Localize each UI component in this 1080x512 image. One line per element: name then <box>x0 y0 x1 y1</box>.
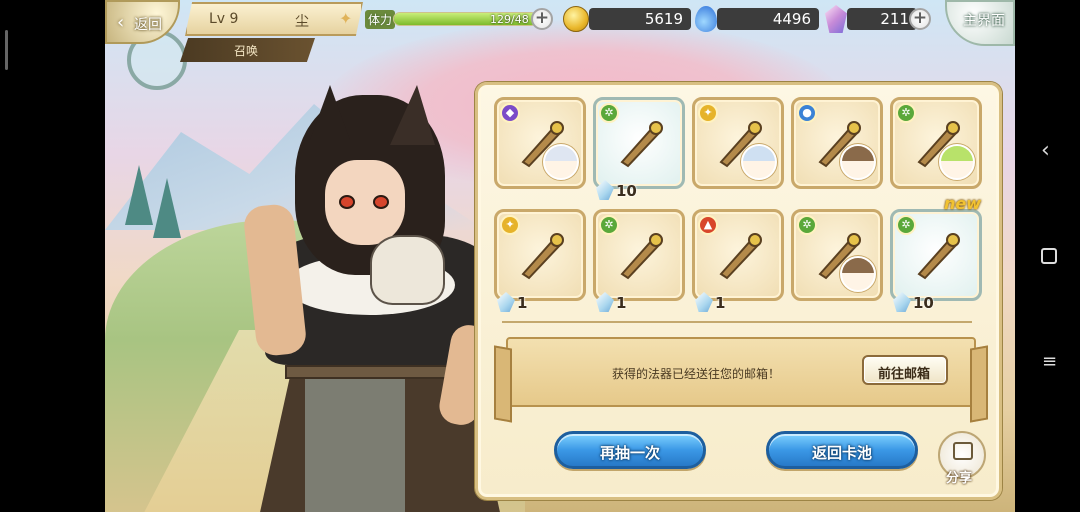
nav-menu-icon[interactable]: ≡ <box>1042 353 1057 371</box>
crystal-shard-icon <box>596 292 614 312</box>
gold-coin-icon <box>563 6 589 32</box>
share-label: 分享 <box>946 471 973 486</box>
home-button-label: 主界面 <box>963 13 1005 29</box>
stamina-value: 129/48 <box>490 13 529 26</box>
stamina-label: 体力 <box>365 10 396 29</box>
crystal-shard-icon <box>497 292 515 312</box>
character-face <box>325 160 405 245</box>
android-nav-bar: ‹ ≡ <box>1015 0 1080 512</box>
crystal-gem-icon <box>825 5 847 33</box>
add-stamina-button[interactable]: + <box>531 8 553 30</box>
go-to-mailbox-button[interactable]: 前往邮箱 <box>862 355 948 385</box>
home-button[interactable]: 主界面 <box>945 0 1015 46</box>
item-quantity: 10 <box>913 294 934 312</box>
sparkle-icon: ✦ <box>339 9 353 28</box>
mail-notice-text: 获得的法器已经送往您的邮箱！ <box>612 367 781 381</box>
item-quantity: 1 <box>517 294 528 312</box>
wooden-sword-icon <box>713 228 767 282</box>
character-eye-left <box>339 195 355 209</box>
window-edge-handle <box>5 30 8 70</box>
crossbow-icon <box>614 228 668 282</box>
game-view: ‹ 返回 Lv 9 尘 ✦ 召唤 体力 129/48 + 5619 4496 2… <box>105 0 1015 512</box>
screen: ‹ 返回 Lv 9 尘 ✦ 召唤 体力 129/48 + 5619 4496 2… <box>0 0 1080 512</box>
result-card[interactable]: ▲ 1 <box>692 209 784 312</box>
back-button-label: 返回 <box>134 17 162 33</box>
item-quantity: 1 <box>616 294 627 312</box>
chevron-left-icon: ‹ <box>117 12 125 33</box>
pine-tree <box>125 165 153 225</box>
item-quantity: 10 <box>616 182 637 200</box>
gem-counter: 211 <box>847 8 917 30</box>
result-card[interactable]: ◆ <box>494 97 586 189</box>
summon-tab-label: 召唤 <box>180 38 315 62</box>
result-card[interactable]: ✦ <box>692 97 784 189</box>
character-skull-ornament <box>370 235 445 305</box>
mail-notice-scroll: 获得的法器已经送往您的邮箱！ 前往邮箱 <box>506 337 976 407</box>
new-badge: new <box>943 194 981 213</box>
nav-back-icon[interactable]: ‹ <box>1041 138 1050 163</box>
character-portrait-icon <box>741 144 777 180</box>
crystal-shard-icon <box>596 180 614 200</box>
gold-value: 5619 <box>644 10 683 28</box>
share-button[interactable]: 分享 <box>938 431 986 486</box>
leaf-bracelet-icon <box>911 228 965 282</box>
gold-counter: 5619 <box>589 8 691 30</box>
item-quantity: 1 <box>715 294 726 312</box>
back-to-pool-button[interactable]: 返回卡池 <box>766 431 918 469</box>
character-portrait-icon <box>939 144 975 180</box>
summoned-character <box>175 85 505 512</box>
draw-again-button[interactable]: 再抽一次 <box>554 431 706 469</box>
player-level-plate: Lv 9 尘 ✦ <box>185 2 363 36</box>
player-level: Lv 9 <box>209 11 239 27</box>
result-card[interactable]: ✦ 1 <box>494 209 586 312</box>
result-card[interactable]: ✲ <box>890 97 982 189</box>
crystal-shard-icon <box>695 292 713 312</box>
result-card[interactable]: ✲ 10 new <box>890 194 982 312</box>
panel-divider <box>502 321 972 323</box>
water-drop-icon <box>695 6 717 32</box>
summon-tab-text: 召唤 <box>234 44 259 58</box>
character-portrait-icon <box>543 144 579 180</box>
character-apron <box>305 375 405 512</box>
summon-results-panel: ◆ ✲ 10 ✦ ● ✲ ✦ 1 ✲ 1 ▲ 1 ✲ ✲ 10 new 获得的法器已经送往您的邮箱！ 前往邮箱… <box>475 82 1002 500</box>
result-card[interactable]: ✲ 1 <box>593 209 685 312</box>
result-card[interactable]: ✲ <box>791 209 883 301</box>
draw-again-label: 再抽一次 <box>599 444 660 462</box>
crystal-shard-icon <box>893 292 911 312</box>
result-card[interactable]: ✲ 10 <box>593 97 685 200</box>
go-to-mailbox-label: 前往邮箱 <box>878 367 931 382</box>
gem-value: 211 <box>880 10 909 28</box>
character-portrait-icon <box>840 256 876 292</box>
add-gems-button[interactable]: + <box>909 8 931 30</box>
character-portrait-icon <box>840 144 876 180</box>
character-belt <box>285 365 465 379</box>
water-value: 4496 <box>772 10 811 28</box>
character-eye-right <box>373 195 389 209</box>
back-to-pool-label: 返回卡池 <box>811 444 872 462</box>
gold-bar-icon <box>515 228 569 282</box>
water-counter: 4496 <box>717 8 819 30</box>
stamina-bar: 体力 129/48 <box>365 8 555 30</box>
feather-earring-icon <box>614 116 668 170</box>
player-name: 尘 <box>295 14 309 30</box>
result-card[interactable]: ● <box>791 97 883 189</box>
share-icon <box>953 442 973 460</box>
nav-home-icon[interactable] <box>1041 248 1057 264</box>
